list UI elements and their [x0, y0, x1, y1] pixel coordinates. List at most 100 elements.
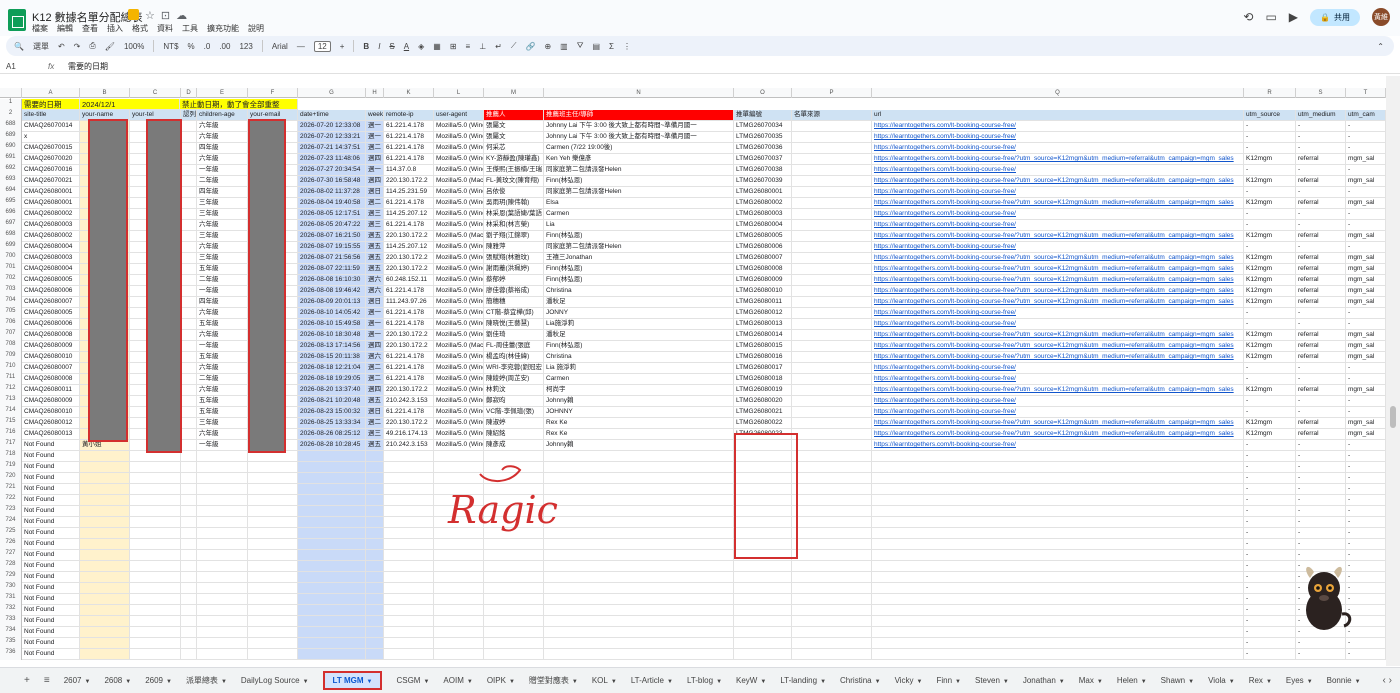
cell-t[interactable]: - — [1346, 396, 1386, 407]
column-header[interactable]: H — [366, 88, 384, 98]
sheet-tab[interactable]: Bonnie ▼ — [1327, 676, 1361, 685]
cell-k[interactable] — [384, 561, 434, 572]
cell-a[interactable]: CMAQ26080005 — [22, 275, 80, 286]
star-icon[interactable]: ☆ — [145, 9, 155, 22]
cell-t[interactable]: - — [1346, 374, 1386, 385]
cell-o[interactable]: LTMG26080005 — [734, 231, 792, 242]
required-date-label[interactable]: 需要的日期 — [22, 99, 80, 110]
cell-r[interactable]: - — [1244, 594, 1296, 605]
cell-p[interactable] — [792, 198, 872, 209]
cell-o[interactable] — [734, 528, 792, 539]
cell-h[interactable] — [366, 462, 384, 473]
cell-f[interactable] — [248, 572, 298, 583]
cell-h[interactable]: 週六 — [366, 352, 384, 363]
cell-k[interactable]: 220.130.172.2 — [384, 341, 434, 352]
column-title[interactable]: utm_source — [1244, 110, 1296, 121]
cell-e[interactable]: 六年級 — [197, 308, 248, 319]
cell-g[interactable]: 2026-07-27 20:34:54 — [298, 165, 366, 176]
cell-q[interactable]: https://learntogethers.com/lt-booking-co… — [872, 385, 1244, 396]
cell-q[interactable] — [872, 473, 1244, 484]
cell-q[interactable]: https://learntogethers.com/lt-booking-co… — [872, 363, 1244, 374]
cell-k[interactable]: 61.221.4.178 — [384, 363, 434, 374]
cell-s[interactable]: - — [1296, 319, 1346, 330]
all-sheets-icon[interactable]: ≡ — [44, 675, 50, 686]
cell-h[interactable]: 週日 — [366, 297, 384, 308]
cell-q[interactable]: https://learntogethers.com/lt-booking-co… — [872, 330, 1244, 341]
cell-b[interactable] — [80, 594, 130, 605]
cell-nn[interactable]: 同家庭第二包請派發Helen — [544, 242, 734, 253]
share-button[interactable]: 🔒 共用 — [1310, 8, 1360, 26]
move-icon[interactable]: ⊡ — [161, 9, 170, 22]
tab-menu-icon[interactable]: ▼ — [125, 679, 131, 685]
cell-g[interactable] — [298, 539, 366, 550]
cell-p[interactable] — [792, 627, 872, 638]
cell-e[interactable]: 一年級 — [197, 165, 248, 176]
cell-s[interactable]: - — [1296, 451, 1346, 462]
cell-nn[interactable] — [544, 451, 734, 462]
cell-t[interactable]: - — [1346, 440, 1386, 451]
cell-r[interactable]: - — [1244, 451, 1296, 462]
cloud-status-icon[interactable]: ☁ — [176, 9, 187, 22]
cell-b[interactable] — [80, 517, 130, 528]
menu-item[interactable]: 插入 — [107, 23, 123, 34]
cell-p[interactable] — [792, 561, 872, 572]
cell-r[interactable]: - — [1244, 308, 1296, 319]
cell-d[interactable] — [181, 187, 197, 198]
cell-nn[interactable] — [544, 550, 734, 561]
row-number[interactable]: 724 — [0, 517, 22, 528]
cell-d[interactable] — [181, 209, 197, 220]
cell-r[interactable]: - — [1244, 583, 1296, 594]
cell-k[interactable]: 220.130.172.2 — [384, 385, 434, 396]
cell-e[interactable]: 六年級 — [197, 429, 248, 440]
cell-m[interactable] — [484, 561, 544, 572]
cell-nn[interactable]: Carmen (7/22 19:00後) — [544, 143, 734, 154]
sheets-logo-icon[interactable] — [8, 9, 26, 31]
cell-e[interactable] — [197, 539, 248, 550]
cell-r[interactable]: - — [1244, 220, 1296, 231]
cell-m[interactable] — [484, 539, 544, 550]
valign-icon[interactable]: ⊥ — [479, 42, 486, 51]
menu-item[interactable]: 編輯 — [57, 23, 73, 34]
cell-f[interactable] — [248, 506, 298, 517]
cell-r[interactable]: K12mgm — [1244, 297, 1296, 308]
menu-item[interactable]: 資料 — [157, 23, 173, 34]
cell-r[interactable]: - — [1244, 561, 1296, 572]
cell-nn[interactable]: Rex Ke — [544, 429, 734, 440]
cell-l[interactable]: Mozilla/5.0 (Wind — [434, 253, 484, 264]
cell-s[interactable]: referral — [1296, 176, 1346, 187]
sheet-tab[interactable]: Shawn ▼ — [1161, 676, 1194, 685]
cell-r[interactable]: K12mgm — [1244, 275, 1296, 286]
cell-o[interactable]: LTMG26070037 — [734, 154, 792, 165]
cell-s[interactable]: - — [1296, 407, 1346, 418]
cell-k[interactable]: 220.130.172.2 — [384, 176, 434, 187]
cell-nn[interactable] — [544, 649, 734, 660]
cell-d[interactable] — [181, 286, 197, 297]
cell-h[interactable]: 週二 — [366, 198, 384, 209]
sheet-tab[interactable]: LT-landing ▼ — [780, 676, 826, 685]
cell-nn[interactable] — [544, 506, 734, 517]
cell-nn[interactable] — [544, 561, 734, 572]
filter-icon[interactable]: ⛛ — [577, 41, 584, 51]
cell-m[interactable]: 林莉汶 — [484, 385, 544, 396]
cell-d[interactable] — [181, 385, 197, 396]
filter-views-icon[interactable]: ▤ — [592, 42, 600, 51]
cell-p[interactable] — [792, 264, 872, 275]
cell-l[interactable]: Mozilla/5.0 (Wind — [434, 363, 484, 374]
cell-k[interactable]: 111.243.97.26 — [384, 297, 434, 308]
cell-g[interactable] — [298, 594, 366, 605]
cell-q[interactable] — [872, 495, 1244, 506]
cell-s[interactable]: - — [1296, 209, 1346, 220]
cell-h[interactable]: 週五 — [366, 264, 384, 275]
cell-l[interactable]: Mozilla/5.0 (Wind — [434, 440, 484, 451]
cell-e[interactable]: 六年級 — [197, 220, 248, 231]
cell-a[interactable]: CMAQ26070016 — [22, 165, 80, 176]
cell-p[interactable] — [792, 649, 872, 660]
cell-o[interactable]: LTMG26080013 — [734, 319, 792, 330]
font-size-increase[interactable]: + — [340, 42, 345, 51]
cell-d[interactable] — [181, 253, 197, 264]
cell-g[interactable] — [298, 550, 366, 561]
cell-d[interactable] — [181, 462, 197, 473]
column-header[interactable]: R — [1244, 88, 1296, 98]
column-title[interactable]: 推薦人 — [484, 110, 544, 121]
cell-d[interactable] — [181, 638, 197, 649]
